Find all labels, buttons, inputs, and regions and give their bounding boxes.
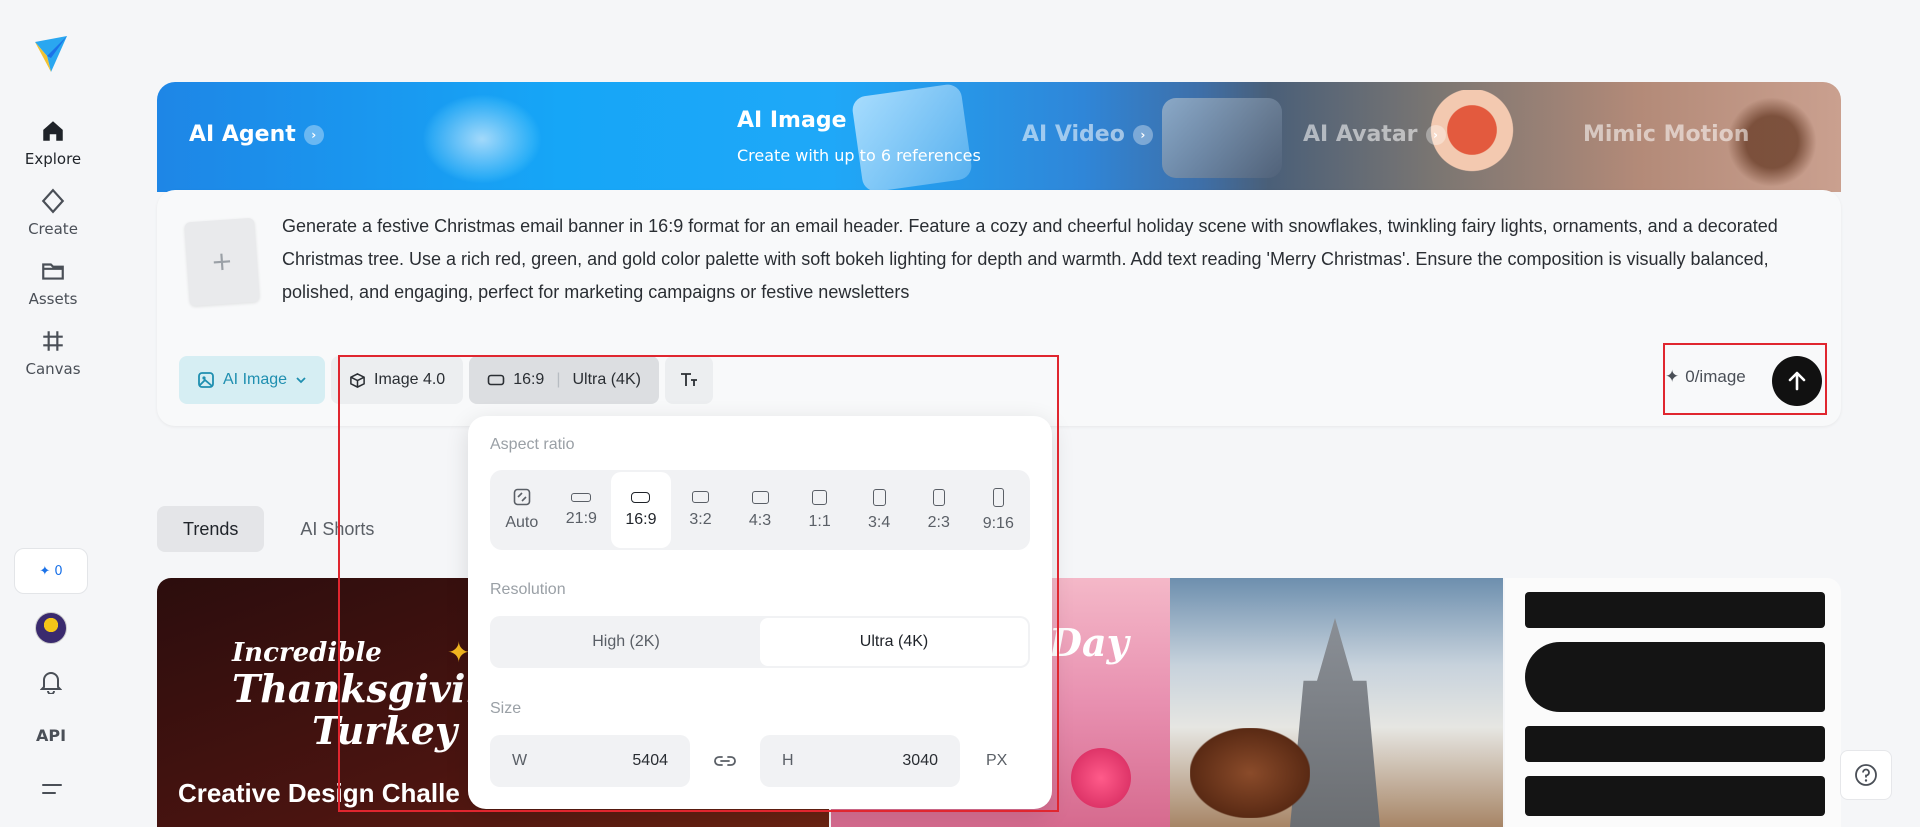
text-style-button[interactable] [664, 356, 713, 404]
ratio-shape-icon [812, 489, 828, 505]
generate-button[interactable] [1772, 356, 1822, 406]
resolution-option-ultra[interactable]: Ultra (4K) [760, 618, 1028, 666]
ratio-resolution-selector[interactable]: 16:9 | Ultra (4K) [469, 356, 659, 404]
tab-mimic-motion[interactable]: Mimic Motion [1583, 122, 1749, 147]
aspect-ratio-options: Auto 21:9 16:9 3:2 4:3 1:1 3:4 2:3 9:16 [490, 470, 1030, 550]
api-link[interactable]: API [36, 726, 66, 745]
aspect-ratio-popover: Aspect ratio Auto 21:9 16:9 3:2 4:3 1:1 … [468, 416, 1052, 809]
help-icon [1855, 764, 1877, 786]
bell-icon[interactable] [40, 670, 62, 694]
text-format-icon [680, 373, 697, 386]
cost-indicator: ✦ 0/image [1665, 367, 1746, 386]
ratio-option-1-1[interactable]: 1:1 [790, 472, 850, 548]
heart-balloon [1071, 748, 1131, 808]
star-icon: ✦ [447, 636, 471, 669]
resolution-title: Resolution [490, 581, 566, 598]
trend-card[interactable] [1170, 578, 1503, 827]
home-icon [43, 121, 63, 141]
resolution-options: High (2K) Ultra (4K) [490, 616, 1030, 668]
image-mode-icon [198, 372, 214, 388]
size-title: Size [490, 700, 522, 717]
tab-ai-video[interactable]: AI Video › [1022, 122, 1153, 147]
trend-card-caption: Creative Design Challe [178, 778, 460, 808]
tab-ai-image-subtitle: Create with up to 6 references [737, 146, 981, 165]
height-field[interactable]: H 3040 [760, 735, 960, 787]
menu-icon[interactable] [41, 780, 63, 798]
avatar[interactable] [35, 612, 67, 644]
lock-ratio-button[interactable] [690, 754, 760, 768]
prompt-input[interactable]: Generate a festive Christmas email banne… [282, 210, 1812, 309]
banner-art-agent [422, 94, 542, 184]
tab-trends[interactable]: Trends [157, 506, 265, 552]
feature-banner: AI Agent › AI Image Create with up to 6 … [157, 82, 1841, 192]
canvas-icon [43, 331, 63, 351]
chevron-down-icon [296, 377, 306, 384]
credits-badge[interactable]: ✦ 0 [14, 548, 88, 594]
sidebar-item-assets[interactable]: Assets [0, 258, 106, 308]
auto-ratio-icon [513, 488, 531, 506]
chevron-right-icon: › [303, 124, 324, 145]
banner-art-image [850, 82, 974, 192]
ratio-shape-icon [992, 487, 1004, 507]
width-field[interactable]: W 5404 [490, 735, 690, 787]
ratio-shape-icon [571, 492, 592, 502]
size-inputs: W 5404 H 3040 PX [490, 735, 1007, 787]
sidebar-item-label: Canvas [25, 360, 81, 378]
plus-icon: + [210, 246, 234, 278]
cube-icon [350, 372, 365, 388]
sidebar-item-label: Create [28, 220, 78, 238]
sidebar-item-canvas[interactable]: Canvas [0, 328, 106, 378]
prompt-card: + Generate a festive Christmas email ban… [157, 190, 1841, 426]
add-reference-button[interactable]: + [184, 217, 260, 307]
ratio-icon [487, 374, 505, 386]
dragon-illustration [1190, 728, 1310, 818]
folder-icon [42, 263, 64, 280]
ratio-option-2-3[interactable]: 2:3 [909, 472, 969, 548]
ratio-option-3-4[interactable]: 3:4 [849, 472, 909, 548]
ratio-option-9-16[interactable]: 9:16 [969, 472, 1029, 548]
tab-ai-avatar[interactable]: AI Avatar › [1303, 122, 1446, 147]
generation-toolbar: AI Image Image 4.0 16:9 | Ultra (4K) [179, 356, 713, 404]
banner-art-video [1162, 98, 1282, 178]
ratio-shape-icon [631, 491, 651, 503]
ratio-shape-icon [872, 488, 886, 506]
arrow-up-icon [1788, 371, 1806, 391]
resolution-option-high[interactable]: High (2K) [492, 618, 760, 666]
aspect-ratio-title: Aspect ratio [490, 436, 575, 453]
help-button[interactable] [1840, 750, 1892, 800]
chevron-right-icon: › [1132, 124, 1153, 145]
logo-icon[interactable] [33, 34, 69, 74]
ratio-option-16-9[interactable]: 16:9 [611, 472, 671, 548]
chevron-right-icon: › [1425, 124, 1446, 145]
link-icon [714, 756, 736, 766]
ratio-shape-icon [932, 488, 945, 506]
tab-ai-image[interactable]: AI Image [737, 108, 847, 133]
unit-label: PX [986, 752, 1008, 769]
sidebar-item-label: Assets [28, 290, 78, 308]
ratio-option-auto[interactable]: Auto [492, 472, 552, 548]
mode-selector[interactable]: AI Image [179, 356, 326, 404]
sidebar-item-create[interactable]: Create [0, 188, 106, 238]
sidebar-item-explore[interactable]: Explore [0, 118, 106, 168]
ratio-shape-icon [751, 490, 769, 504]
sparkle-icon: ✦ [1665, 367, 1680, 386]
ratio-option-4-3[interactable]: 4:3 [730, 472, 790, 548]
sparkle-icon: ✦ [39, 563, 51, 579]
ratio-option-21-9[interactable]: 21:9 [552, 472, 612, 548]
credits-count: 0 [54, 563, 63, 579]
ratio-option-3-2[interactable]: 3:2 [671, 472, 731, 548]
feed-tabs: Trends AI Shorts [157, 506, 400, 552]
diamond-icon [41, 188, 65, 214]
sidebar-item-label: Explore [24, 150, 82, 168]
sidebar: Explore Create Assets Canvas ✦ 0 API [0, 0, 106, 827]
tab-ai-shorts[interactable]: AI Shorts [274, 506, 400, 552]
trend-card[interactable] [1505, 578, 1841, 827]
model-selector[interactable]: Image 4.0 [331, 356, 464, 404]
ratio-shape-icon [691, 491, 709, 503]
tab-ai-agent[interactable]: AI Agent › [189, 122, 324, 147]
